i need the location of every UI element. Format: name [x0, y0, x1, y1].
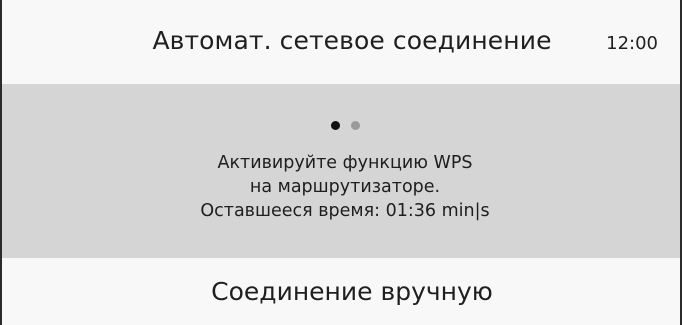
wps-instruction-line2: на маршрутизаторе.: [249, 177, 441, 197]
header-bar: Автомат. сетевое соединение 12:00: [2, 0, 680, 84]
wps-instruction-line1: Активируйте функцию WPS: [217, 153, 473, 173]
manual-connection-menu-item[interactable]: Соединение вручную: [2, 258, 680, 325]
network-setup-screen: Автомат. сетевое соединение 12:00 Активи…: [0, 0, 682, 325]
page-dot-inactive: [350, 121, 360, 130]
remaining-time-text: Оставшееся время: 01:36 min|s: [200, 201, 490, 221]
page-indicator: [2, 121, 682, 133]
clock: 12:00: [606, 33, 658, 54]
page-title: Автомат. сетевое соединение: [152, 26, 552, 55]
wps-status-panel: Активируйте функцию WPS на маршрутизатор…: [2, 84, 680, 258]
manual-connection-label: Соединение вручную: [211, 277, 493, 306]
page-dot-active: [330, 121, 340, 130]
